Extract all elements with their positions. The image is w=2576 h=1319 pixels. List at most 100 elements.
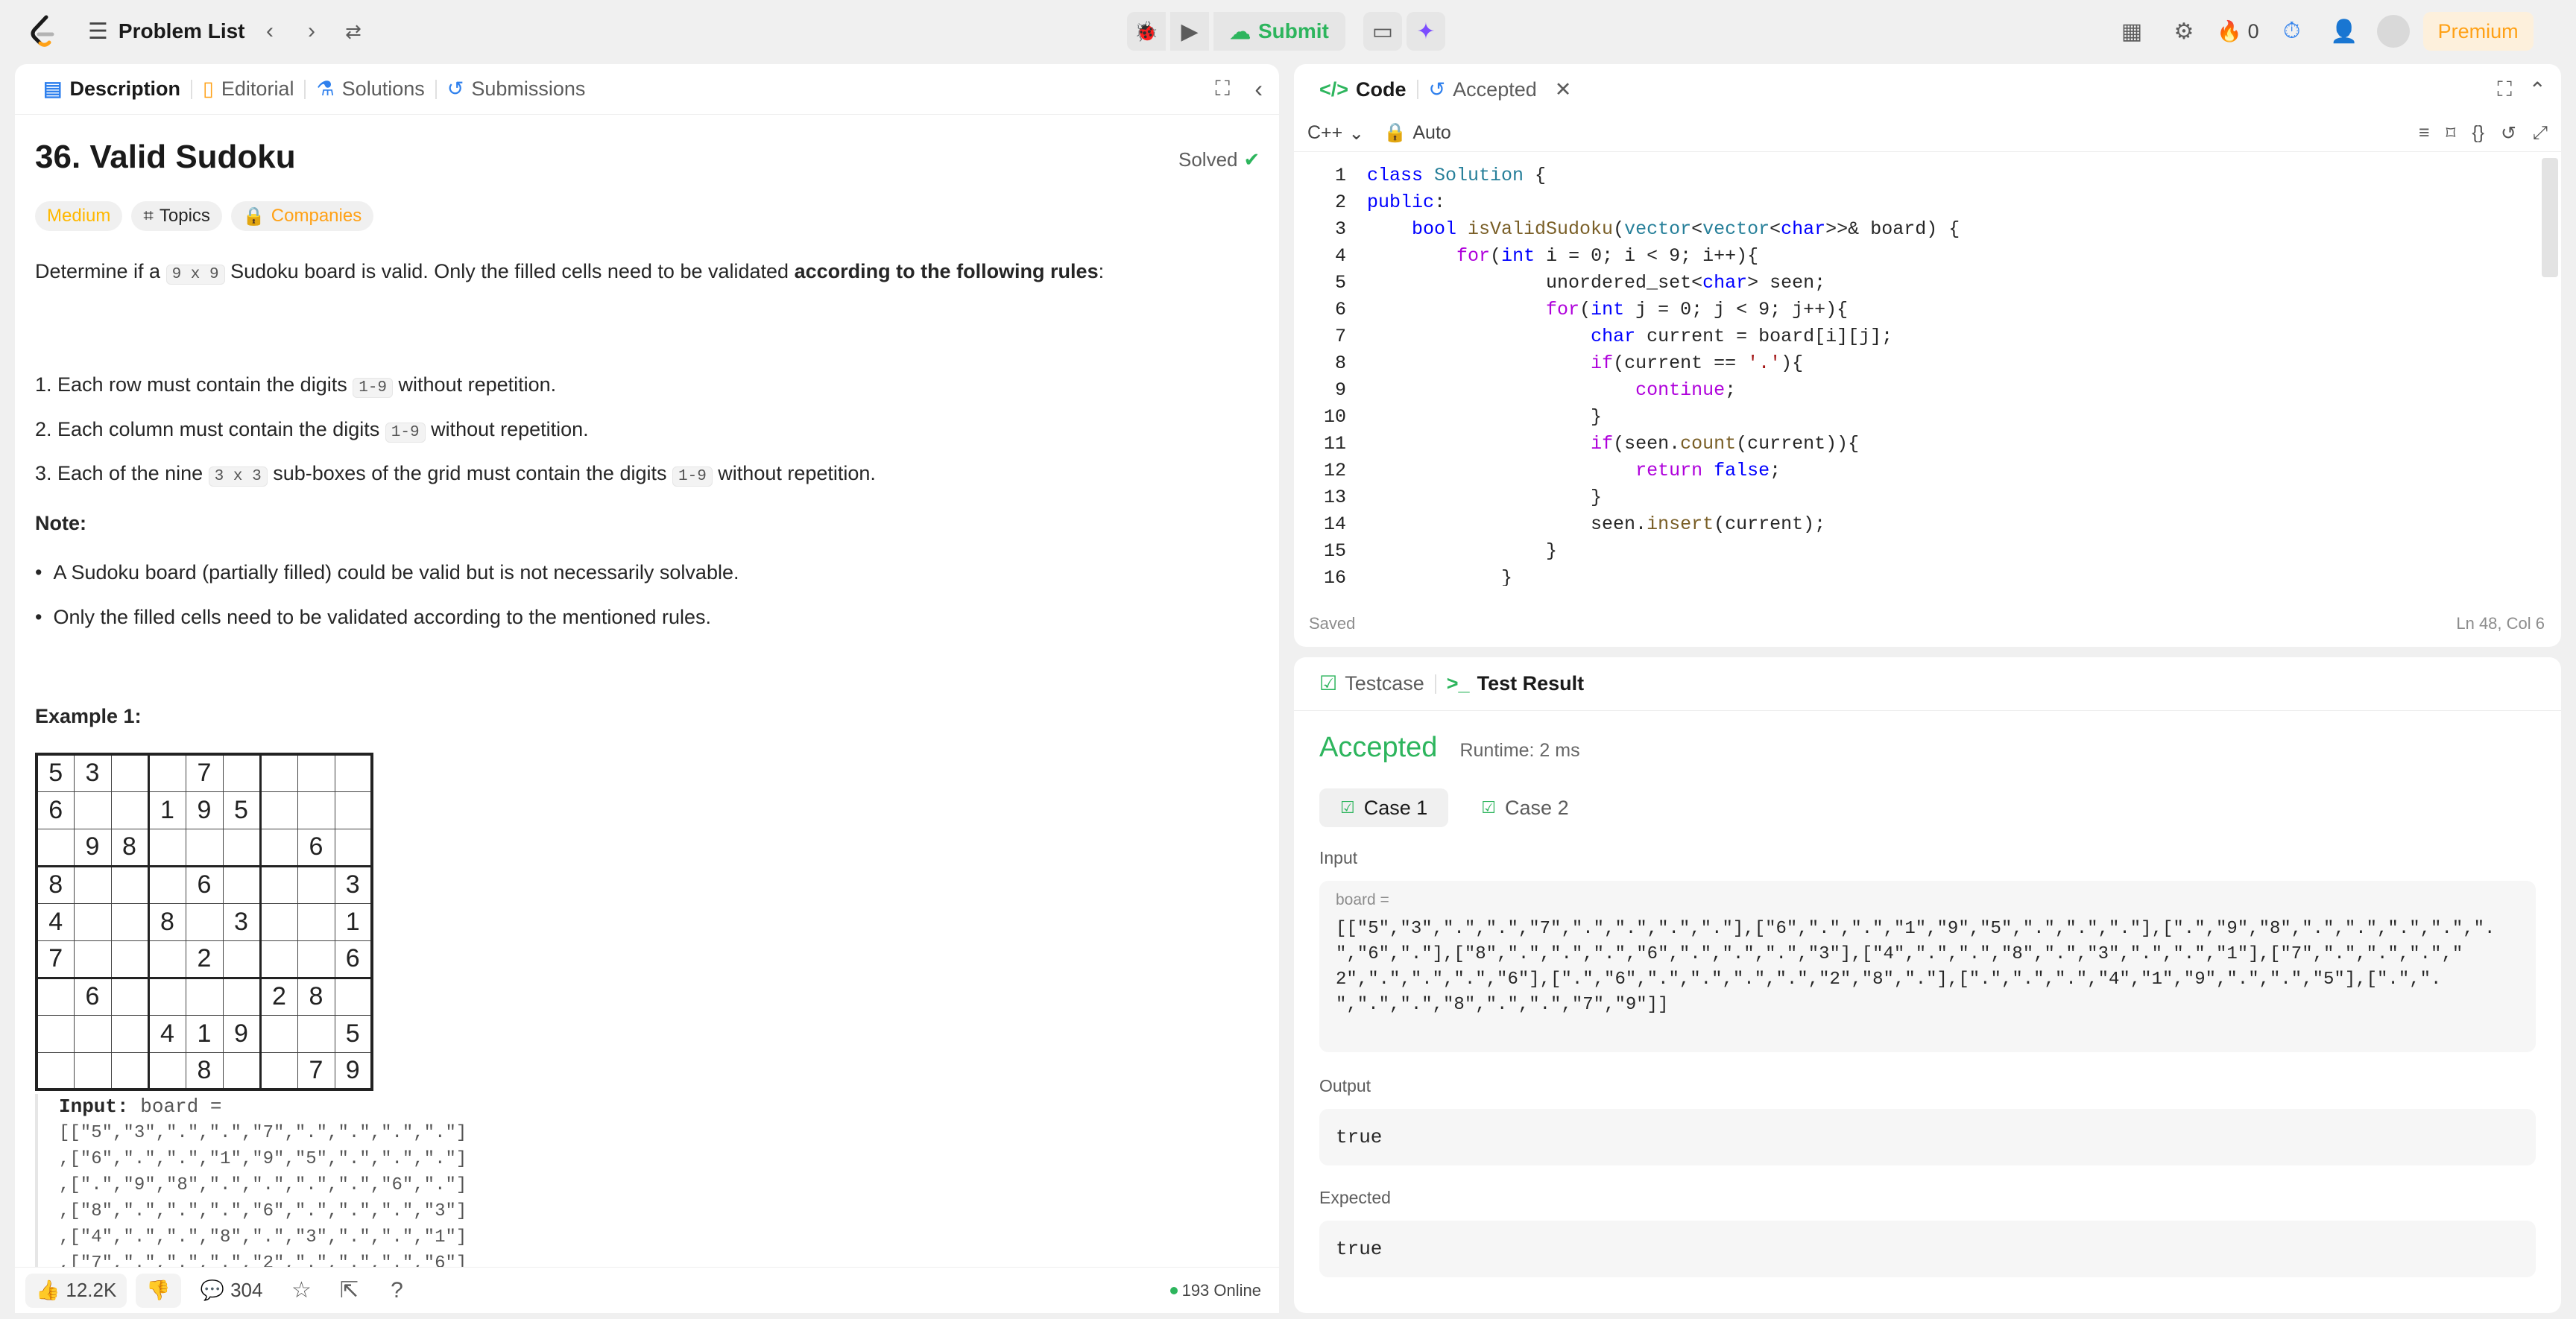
code-editor[interactable]: 1 class Solution {2 public: 3 bool isValidS… — [1294, 162, 2539, 586]
share-icon[interactable]: ⇱ — [329, 1271, 368, 1310]
line-number: 12 — [1323, 460, 1346, 481]
sudoku-cell — [185, 977, 224, 1016]
sudoku-cell: 4 — [36, 902, 75, 941]
collapse-icon[interactable]: ⌃ — [2529, 78, 2546, 102]
tab-description[interactable]: ▤ Description — [33, 78, 191, 101]
code-text: seen.insert(current); — [1367, 513, 1826, 535]
code-line[interactable]: 12 return false; — [1294, 458, 2539, 484]
logo[interactable] — [27, 0, 57, 63]
code-line[interactable]: 13 } — [1294, 484, 2539, 511]
next-problem-icon[interactable]: › — [292, 12, 331, 51]
sudoku-cell: 7 — [297, 1051, 335, 1090]
braces-icon[interactable]: {} — [2472, 122, 2484, 145]
sudoku-row: 6 195 — [36, 791, 373, 829]
code-line[interactable]: 9 continue; — [1294, 377, 2539, 404]
layout-icon[interactable]: ▦ — [2112, 12, 2151, 51]
problem-list-button[interactable]: ☰ Problem List — [88, 0, 245, 63]
auto-mode[interactable]: 🔒 Auto — [1383, 122, 1451, 144]
timer-icon[interactable]: ⏱ — [2273, 12, 2311, 51]
sudoku-cell: 9 — [222, 1014, 262, 1053]
fullscreen-icon[interactable]: ⤢ — [2533, 122, 2548, 145]
code-line[interactable]: 16 } — [1294, 565, 2539, 586]
collapse-icon[interactable]: ‹ — [1254, 75, 1263, 103]
code-line[interactable]: 10 } — [1294, 404, 2539, 431]
tab-solutions[interactable]: ⚗ Solutions — [306, 78, 435, 101]
shuffle-icon[interactable]: ⇄ — [334, 12, 373, 51]
line-number: 14 — [1323, 513, 1346, 535]
add-friend-icon[interactable]: 👤 — [2325, 12, 2364, 51]
code-line[interactable]: 7 char current = board[i][j]; — [1294, 323, 2539, 350]
checkbox-icon: ☑ — [1319, 672, 1338, 695]
run-icon[interactable]: ▶ — [1170, 12, 1209, 51]
sudoku-cell — [73, 940, 112, 979]
code-line[interactable]: 4 for(int i = 0; i < 9; i++){ — [1294, 243, 2539, 270]
maximize-icon[interactable]: ⛶ — [2497, 78, 2512, 102]
settings-icon[interactable]: ⚙ — [2165, 12, 2203, 51]
like-button[interactable]: 👍 12.2K — [25, 1273, 127, 1308]
editor-scrollbar[interactable] — [2542, 158, 2558, 277]
rule-1: 1. Each row must contain the digits 1-9 … — [35, 373, 557, 398]
sudoku-cell: 6 — [297, 828, 335, 867]
difficulty-badge[interactable]: Medium — [35, 201, 123, 231]
format-icon[interactable]: ≡ — [2419, 122, 2430, 145]
bookmark-icon[interactable]: ⌑ — [2446, 122, 2455, 145]
code-line[interactable]: 8 if(current == '.'){ — [1294, 350, 2539, 377]
case-2-tab[interactable]: ☑ Case 2 — [1460, 788, 1589, 827]
tab-code[interactable]: </> Code — [1309, 78, 1417, 101]
companies-button[interactable]: 🔒 Companies — [230, 201, 374, 231]
example-heading: Example 1: — [35, 705, 142, 727]
input-box: board = [["5","3",".",".","7",".",".",".… — [1319, 881, 2536, 1052]
notes-icon[interactable]: ▭ — [1363, 12, 1402, 51]
sudoku-cell — [334, 753, 373, 792]
reset-icon[interactable]: ↺ — [2501, 122, 2516, 145]
sudoku-cell — [73, 1014, 112, 1053]
dislike-button[interactable]: 👎 — [136, 1273, 181, 1308]
result-panel: ☑ Testcase >_ Test Result Accepted Runtime… — [1294, 657, 2561, 1313]
sudoku-cell: 8 — [148, 902, 186, 941]
ai-sparkle-icon[interactable]: ✦ — [1406, 12, 1445, 51]
sudoku-cell — [73, 791, 112, 829]
sudoku-cell — [297, 1014, 335, 1053]
sudoku-cell: 9 — [185, 791, 224, 829]
book-icon: ▯ — [203, 78, 214, 100]
left-bottom-bar: 👍 12.2K 👎 💬 304 ☆ ⇱ ? 193 Online — [15, 1267, 1279, 1313]
comments-button[interactable]: 💬 304 — [190, 1274, 274, 1308]
tab-testcase[interactable]: ☑ Testcase — [1309, 672, 1435, 695]
code-line[interactable]: 2 public: — [1294, 189, 2539, 216]
maximize-icon[interactable]: ⛶ — [1215, 77, 1230, 101]
premium-button[interactable]: Premium — [2422, 12, 2534, 51]
sudoku-cell — [148, 753, 186, 792]
topics-button[interactable]: ⌗ Topics — [131, 201, 222, 231]
expected-box: true — [1319, 1221, 2536, 1277]
sudoku-cell: 1 — [185, 1014, 224, 1053]
debug-icon[interactable]: 🐞 — [1127, 12, 1166, 51]
tab-submissions[interactable]: ↺ Submissions — [437, 78, 596, 101]
history-icon: ↺ — [1428, 78, 1446, 101]
code-line[interactable]: 11 if(seen.count(current)){ — [1294, 431, 2539, 458]
help-icon[interactable]: ? — [377, 1271, 416, 1310]
line-number: 9 — [1334, 379, 1346, 401]
code-line[interactable]: 5 unordered_set<char> seen; — [1294, 270, 2539, 297]
code-line[interactable]: 15 } — [1294, 538, 2539, 565]
code-line[interactable]: 6 for(int j = 0; j < 9; j++){ — [1294, 297, 2539, 323]
avatar[interactable] — [2376, 15, 2410, 48]
code-line[interactable]: 3 bool isValidSudoku(vector<vector<char>… — [1294, 216, 2539, 243]
line-number: 3 — [1334, 218, 1346, 240]
case-1-tab[interactable]: ☑ Case 1 — [1319, 788, 1449, 827]
sudoku-row: 8 79 — [36, 1051, 373, 1090]
close-icon[interactable]: ✕ — [1555, 78, 1572, 101]
leetcode-logo-icon[interactable] — [27, 14, 57, 48]
prev-problem-icon[interactable]: ‹ — [250, 12, 289, 51]
code-line[interactable]: 14 seen.insert(current); — [1294, 511, 2539, 538]
sudoku-cell: 5 — [36, 753, 75, 792]
submit-button[interactable]: ☁ Submit — [1213, 12, 1345, 51]
sudoku-cell — [259, 753, 298, 792]
line-number: 7 — [1334, 326, 1346, 347]
streak-counter[interactable]: 🔥 0 — [2217, 19, 2259, 43]
language-select[interactable]: C++ ⌄ — [1307, 122, 1364, 145]
code-line[interactable]: 1 class Solution { — [1294, 162, 2539, 189]
tab-test-result[interactable]: >_ Test Result — [1436, 672, 1594, 695]
tab-editorial[interactable]: ▯ Editorial — [192, 78, 304, 101]
star-icon[interactable]: ☆ — [282, 1271, 321, 1310]
tab-accepted[interactable]: ↺ Accepted ✕ — [1418, 78, 1582, 101]
